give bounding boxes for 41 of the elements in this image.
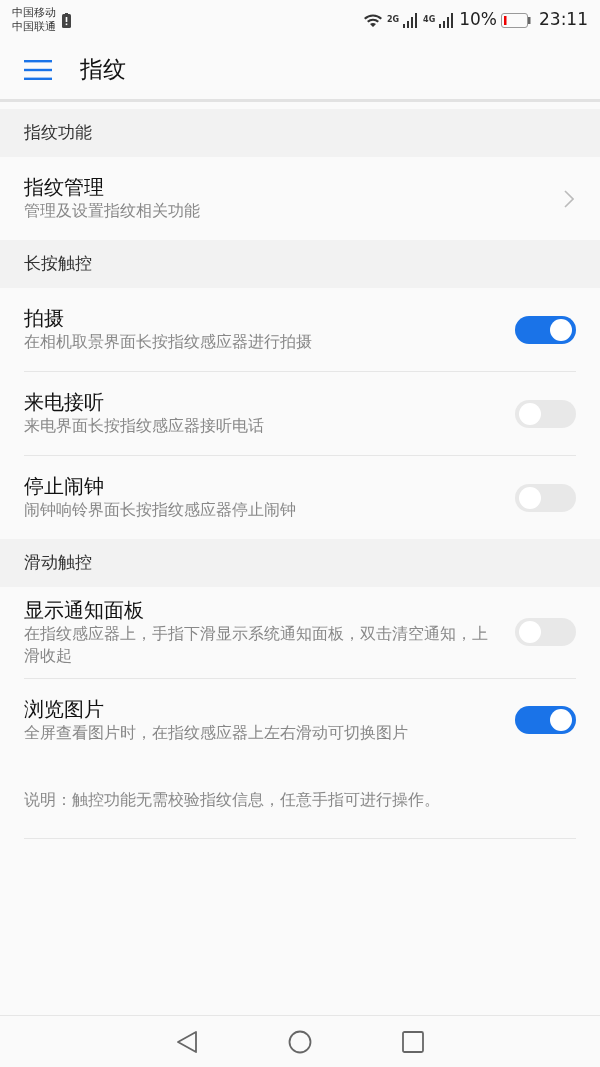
wifi-icon: [362, 12, 383, 28]
section-header: 指纹功能: [24, 121, 92, 145]
battery-icon: [501, 12, 531, 28]
settings-row[interactable]: 显示通知面板 在指纹感应器上，手指下滑显示系统通知面板，双击清空通知，上滑收起: [0, 587, 600, 678]
setting-description: 闹钟响铃界面长按指纹感应器停止闹钟: [24, 499, 297, 522]
setting-description: 在相机取景界面长按指纹感应器进行拍摄: [24, 331, 313, 354]
chevron-right-icon: [564, 189, 574, 208]
home-icon[interactable]: [288, 1029, 312, 1054]
toggle-switch[interactable]: [515, 706, 576, 735]
back-icon[interactable]: [176, 1029, 198, 1054]
settings-row[interactable]: 停止闹钟 闹钟响铃界面长按指纹感应器停止闹钟: [0, 456, 600, 539]
clock-time: 23:11: [539, 8, 588, 32]
setting-title: 拍摄: [24, 305, 65, 332]
section-header: 长按触控: [24, 252, 92, 276]
setting-description: 在指纹感应器上，手指下滑显示系统通知面板，双击清空通知，上滑收起: [24, 623, 489, 668]
carrier-name: 中国联通: [12, 20, 56, 34]
signal-icon: [439, 12, 456, 28]
setting-title: 显示通知面板: [24, 597, 145, 623]
section-header: 滑动触控: [24, 551, 92, 575]
alert-battery-icon: [62, 12, 71, 28]
network-label: 4G: [423, 14, 436, 26]
settings-row[interactable]: 浏览图片 全屏查看图片时，在指纹感应器上左右滑动可切换图片: [0, 678, 600, 762]
setting-description: 全屏查看图片时，在指纹感应器上左右滑动可切换图片: [24, 722, 409, 745]
setting-description: 来电界面长按指纹感应器接听电话: [24, 415, 265, 438]
carrier-name: 中国移动: [12, 6, 56, 20]
setting-title: 来电接听: [24, 389, 105, 416]
settings-row[interactable]: 拍摄 在相机取景界面长按指纹感应器进行拍摄: [0, 288, 600, 371]
page-title: 指纹: [80, 55, 126, 85]
setting-description: 管理及设置指纹相关功能: [24, 200, 201, 223]
note-text: 说明：触控功能无需校验指纹信息，任意手指可进行操作。: [23, 788, 441, 811]
toggle-switch[interactable]: [515, 315, 576, 344]
setting-title: 停止闹钟: [24, 473, 105, 500]
settings-row[interactable]: 来电接听 来电界面长按指纹感应器接听电话: [0, 372, 600, 455]
settings-row[interactable]: 指纹管理 管理及设置指纹相关功能: [0, 157, 600, 240]
battery-percent: 10%: [459, 8, 497, 32]
recents-icon[interactable]: [402, 1030, 424, 1053]
network-label: 2G: [386, 14, 400, 26]
menu-icon[interactable]: [24, 58, 52, 81]
signal-icon: [403, 12, 420, 28]
setting-title: 指纹管理: [24, 174, 105, 201]
setting-title: 浏览图片: [24, 696, 105, 723]
